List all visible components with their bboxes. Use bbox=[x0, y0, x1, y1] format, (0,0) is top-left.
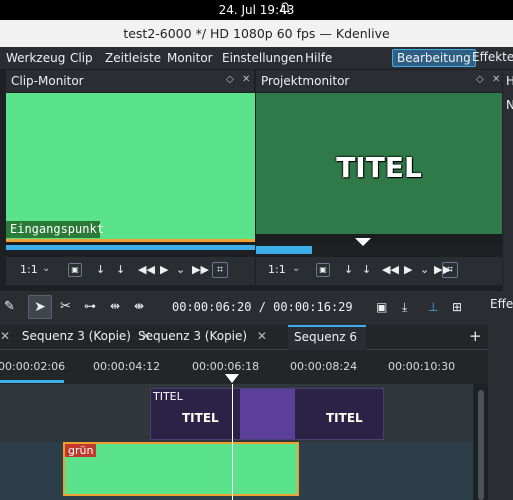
timeline-playhead-line[interactable] bbox=[232, 384, 233, 500]
clip-monitor-title: Clip-Monitor bbox=[11, 74, 84, 88]
tab-sequenz-3-kopie-b[interactable]: Sequenz 3 (Kopie) ✕ bbox=[138, 325, 267, 350]
mode-effekte-button[interactable]: Effekte bbox=[468, 49, 513, 67]
window-title-bar: test2-6000 */ HD 1080p 60 fps — Kdenlive bbox=[0, 20, 513, 47]
audio-align-icon[interactable]: ⊥ bbox=[428, 300, 438, 314]
timeline-toolbar: ✎ ➤ ✂ ⊶ ⇹ ⇼ 00:00:06:20 / 00:00:16:29 ▣ … bbox=[0, 291, 488, 325]
forward-icon[interactable]: ▶▶ bbox=[192, 263, 209, 276]
crop-icon[interactable]: ⌗ bbox=[212, 262, 228, 278]
tab-sequenz-3-kopie-a[interactable]: ✕ Sequenz 3 (Kopie) ✕ bbox=[0, 325, 151, 350]
chevron-down-icon[interactable]: ⌄ bbox=[42, 263, 50, 274]
add-sequence-icon[interactable]: + bbox=[469, 327, 482, 345]
title-clip-group[interactable]: TITEL TITEL TITEL bbox=[150, 388, 384, 440]
play-options-icon[interactable]: ⌄ bbox=[420, 263, 429, 276]
sequence-tabs: ✕ Sequenz 3 (Kopie) ✕ Sequenz 3 (Kopie) … bbox=[0, 325, 488, 350]
play-icon[interactable]: ▶ bbox=[404, 263, 412, 276]
project-zoom-select[interactable]: 1:1 bbox=[268, 263, 286, 276]
multicam-tool-icon[interactable]: ⇼ bbox=[134, 299, 144, 313]
project-monitor-header: Projektmonitor ◇ ✕ bbox=[256, 70, 502, 92]
composite-icon[interactable]: ▣ bbox=[376, 300, 387, 314]
ruler-tick: 00:00:08:24 bbox=[290, 360, 358, 373]
title-clip-transition[interactable] bbox=[240, 389, 295, 439]
ruler-tick: 00:00:02:06 bbox=[0, 360, 66, 373]
title-clip-label: TITEL bbox=[153, 390, 183, 403]
select-tool-icon[interactable]: ➤ bbox=[28, 295, 52, 319]
menu-werkzeug[interactable]: Werkzeug bbox=[6, 51, 65, 65]
timeline-ruler[interactable]: 00:00:02:06 00:00:04:12 00:00:06:18 00:0… bbox=[0, 350, 488, 384]
clip-zoom-select[interactable]: 1:1 bbox=[20, 263, 38, 276]
close-icon[interactable]: ✕ bbox=[242, 74, 250, 85]
set-in-icon[interactable]: ↓ bbox=[344, 263, 353, 276]
menu-hilfe[interactable]: Hilfe bbox=[305, 51, 332, 65]
crop-icon[interactable]: ⌗ bbox=[442, 262, 458, 278]
ruler-zone bbox=[0, 380, 64, 383]
clip-monitor-view[interactable] bbox=[6, 93, 255, 239]
float-icon[interactable]: ◇ bbox=[476, 74, 484, 85]
system-clock[interactable]: 24. Jul 19:43 bbox=[0, 3, 513, 17]
timeline-scrollbar[interactable] bbox=[474, 384, 488, 500]
project-monitor-progress bbox=[256, 246, 312, 254]
project-monitor-title: Projektmonitor bbox=[261, 74, 350, 88]
rewind-icon[interactable]: ◀◀ bbox=[382, 263, 399, 276]
in-point-marker-label: Eingangspunkt bbox=[6, 221, 104, 238]
razor-tool-icon[interactable]: ✂ bbox=[60, 299, 71, 314]
right-dock-sub: N bbox=[506, 98, 513, 112]
clip-monitor-progress bbox=[6, 245, 255, 250]
fit-icon[interactable]: ▣ bbox=[316, 263, 330, 277]
mode-bearbeitung-button[interactable]: Bearbeitung bbox=[392, 49, 476, 67]
title-clip-a-text: TITEL bbox=[182, 411, 219, 425]
ruler-tick: 00:00:06:18 bbox=[192, 360, 260, 373]
play-icon[interactable]: ▶ bbox=[160, 263, 168, 276]
effects-panel: Effe bbox=[488, 291, 513, 500]
close-icon[interactable]: ✕ bbox=[492, 74, 500, 85]
menu-bar: Werkzeug Clip Zeitleiste Monitor Einstel… bbox=[0, 47, 513, 69]
timeline-timecode[interactable]: 00:00:06:20 / 00:00:16:29 bbox=[172, 300, 353, 314]
menu-einstellungen[interactable]: Einstellungen bbox=[222, 51, 303, 65]
clip-monitor-ruler[interactable] bbox=[6, 242, 255, 250]
play-options-icon[interactable]: ⌄ bbox=[176, 263, 185, 276]
chevron-down-icon[interactable]: ⌄ bbox=[292, 263, 300, 274]
tab-label: Sequenz 6 bbox=[294, 330, 357, 344]
tab-label: Sequenz 3 (Kopie) bbox=[138, 329, 248, 343]
rewind-icon[interactable]: ◀◀ bbox=[138, 263, 155, 276]
playhead-marker-icon[interactable] bbox=[355, 238, 371, 247]
project-monitor-toolbar: 1:1 ⌄ ▣ ↓ ↓ ◀◀ ▶ ⌄ ▶▶ ⌗ bbox=[256, 257, 502, 285]
clip-monitor-toolbar: 1:1 ⌄ ▣ ↓ ↓ ◀◀ ▶ ⌄ ▶▶ ⌗ bbox=[6, 257, 255, 285]
set-out-icon[interactable]: ↓ bbox=[116, 263, 125, 276]
menu-clip[interactable]: Clip bbox=[70, 51, 93, 65]
spacer-tool-icon[interactable]: ✎ bbox=[4, 299, 15, 314]
float-icon[interactable]: ◇ bbox=[226, 74, 234, 85]
fit-icon[interactable]: ▣ bbox=[68, 263, 82, 277]
slip-tool-icon[interactable]: ⇹ bbox=[110, 299, 120, 313]
title-clip-b-text: TITEL bbox=[326, 411, 363, 425]
project-monitor-title-overlay: TITEL bbox=[336, 151, 422, 184]
system-top-bar: 24. Jul 19:43 bbox=[0, 0, 513, 20]
clip-monitor-header: Clip-Monitor ◇ ✕ bbox=[6, 70, 254, 92]
timeline-playhead-marker-icon[interactable] bbox=[225, 374, 239, 383]
project-monitor-view[interactable]: TITEL bbox=[256, 93, 502, 234]
project-monitor-ruler[interactable] bbox=[256, 234, 502, 243]
menu-zeitleiste[interactable]: Zeitleiste bbox=[105, 51, 161, 65]
notification-bell-icon[interactable] bbox=[280, 2, 290, 15]
green-clip-label: grün bbox=[65, 444, 97, 457]
ruler-tick: 00:00:04:12 bbox=[93, 360, 161, 373]
menu-monitor[interactable]: Monitor bbox=[167, 51, 213, 65]
window-title: test2-6000 */ HD 1080p 60 fps — Kdenlive bbox=[123, 26, 390, 41]
effects-panel-label: Effe bbox=[490, 297, 513, 311]
tab-close-icon[interactable]: ✕ bbox=[257, 329, 267, 343]
right-dock: H N bbox=[503, 70, 513, 291]
right-dock-header: H bbox=[506, 74, 513, 88]
set-out-icon[interactable]: ↓ bbox=[362, 263, 371, 276]
tab-label: Sequenz 3 (Kopie) bbox=[21, 329, 131, 343]
tab-sequenz-6[interactable]: Sequenz 6 bbox=[288, 325, 366, 350]
ruler-tick: 00:00:10:30 bbox=[388, 360, 456, 373]
set-in-icon[interactable]: ↓ bbox=[96, 263, 105, 276]
tab-close-icon[interactable]: ✕ bbox=[0, 329, 10, 343]
zoom-fit-icon[interactable]: ⊞ bbox=[452, 300, 462, 314]
green-clip[interactable]: grün bbox=[63, 442, 299, 496]
ripple-tool-icon[interactable]: ⊶ bbox=[84, 299, 96, 313]
scrollbar-handle[interactable] bbox=[478, 390, 484, 500]
snap-icon[interactable]: ⤓ bbox=[402, 300, 407, 315]
